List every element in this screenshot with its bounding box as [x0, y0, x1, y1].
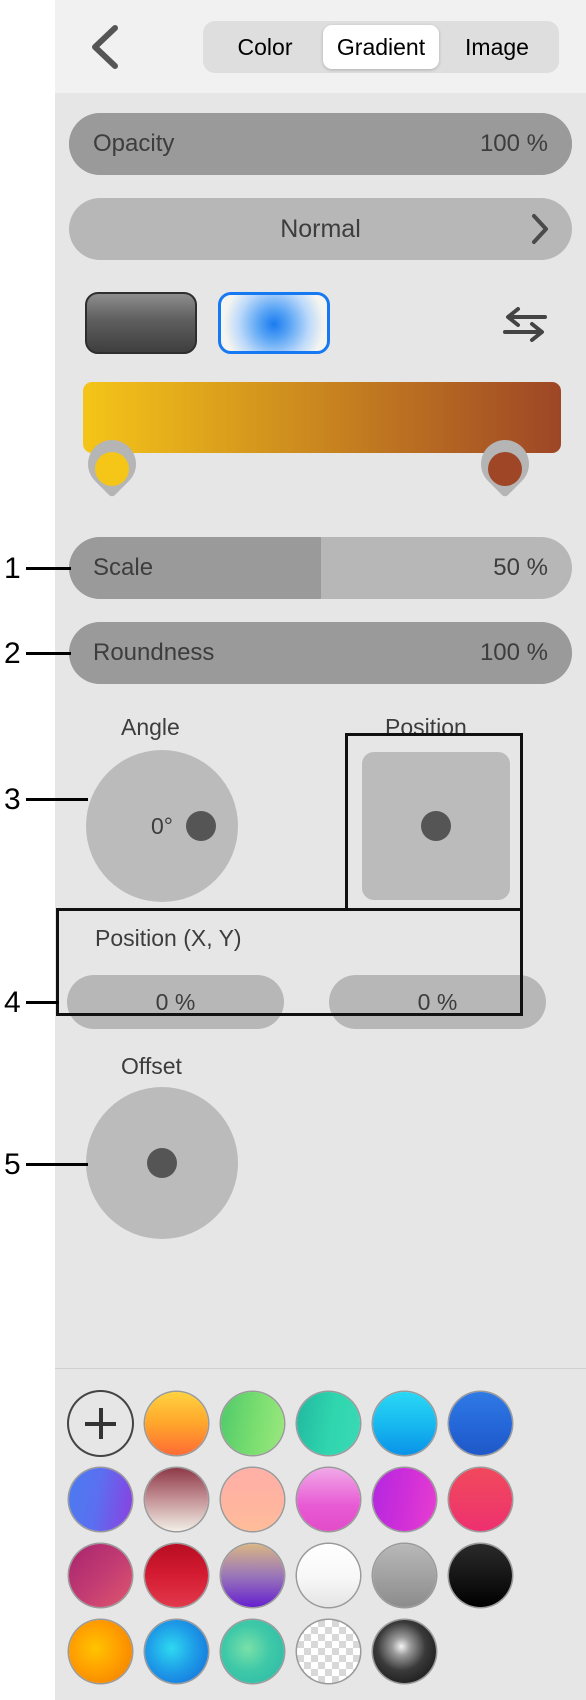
callout-3-number: 3: [4, 783, 21, 816]
angle-knob[interactable]: [186, 811, 216, 841]
swatch-red-pink[interactable]: [449, 1468, 512, 1531]
swatch-pink-magenta[interactable]: [297, 1468, 360, 1531]
angle-dial[interactable]: 0°: [86, 750, 238, 902]
swatch-radial-teal[interactable]: [221, 1620, 284, 1683]
roundness-label: Roundness: [93, 639, 215, 666]
swap-arrows-icon[interactable]: [500, 304, 550, 344]
callout-5-number: 5: [4, 1148, 21, 1181]
tab-color[interactable]: Color: [207, 25, 323, 69]
callout-1-line: [26, 567, 71, 570]
position-knob[interactable]: [421, 811, 451, 841]
callout-2-line: [26, 652, 71, 655]
swatch-crimson[interactable]: [145, 1544, 208, 1607]
position-pad[interactable]: [362, 752, 510, 900]
stop-color-dot: [95, 452, 129, 486]
gradient-type-row: [69, 292, 572, 358]
position-xy-label: Position (X, Y): [95, 925, 242, 951]
gradient-settings-panel: Color Gradient Image Opacity 100 % Norma…: [55, 0, 586, 1700]
scale-slider[interactable]: Scale 50 %: [69, 537, 572, 599]
blend-mode-value: Normal: [280, 214, 361, 243]
tab-gradient[interactable]: Gradient: [323, 25, 439, 69]
position-label: Position: [385, 714, 467, 740]
callout-1-number: 1: [4, 552, 21, 585]
angle-label: Angle: [121, 714, 180, 740]
swatch-maroon-white[interactable]: [145, 1468, 208, 1531]
swatch-white[interactable]: [297, 1544, 360, 1607]
palette-row: [69, 1544, 572, 1607]
position-x-field[interactable]: 0 %: [67, 975, 284, 1029]
swatch-cyan[interactable]: [373, 1392, 436, 1455]
swatch-black[interactable]: [449, 1544, 512, 1607]
roundness-value: 100 %: [479, 639, 548, 666]
color-palette: [69, 1392, 572, 1696]
offset-label: Offset: [121, 1053, 182, 1079]
position-y-field[interactable]: 0 %: [329, 975, 546, 1029]
blend-mode-select[interactable]: Normal: [69, 198, 572, 260]
callout-4-line: [26, 1001, 59, 1004]
opacity-slider[interactable]: Opacity 100 %: [69, 113, 572, 175]
swatch-magenta-rose[interactable]: [69, 1544, 132, 1607]
callout-5-line: [26, 1163, 88, 1166]
back-button[interactable]: [77, 19, 133, 75]
swatch-purple-magenta[interactable]: [373, 1468, 436, 1531]
swatch-orange-yellow[interactable]: [145, 1392, 208, 1455]
swatch-green[interactable]: [221, 1392, 284, 1455]
chevron-left-icon: [88, 23, 122, 71]
swatch-blue-purple[interactable]: [69, 1468, 132, 1531]
swatch-gray[interactable]: [373, 1544, 436, 1607]
tab-image[interactable]: Image: [439, 25, 555, 69]
scale-value: 50 %: [493, 554, 548, 581]
swatch-blue[interactable]: [449, 1392, 512, 1455]
palette-row: [69, 1468, 572, 1531]
palette-divider: [55, 1368, 586, 1369]
swatch-radial-black-white[interactable]: [373, 1620, 436, 1683]
linear-gradient-swatch[interactable]: [85, 292, 197, 354]
offset-dial[interactable]: [86, 1087, 238, 1239]
swatch-radial-orange[interactable]: [69, 1620, 132, 1683]
scale-label: Scale: [93, 554, 154, 581]
swatch-radial-blue[interactable]: [145, 1620, 208, 1683]
palette-row: [69, 1392, 572, 1455]
callout-4-number: 4: [4, 986, 21, 1019]
swatch-teal[interactable]: [297, 1392, 360, 1455]
swatch-tan-purple[interactable]: [221, 1544, 284, 1607]
add-swatch[interactable]: [69, 1392, 132, 1455]
offset-knob[interactable]: [147, 1148, 177, 1178]
swatch-peach[interactable]: [221, 1468, 284, 1531]
gradient-stop-end[interactable]: [471, 430, 539, 498]
stop-color-dot: [488, 452, 522, 486]
swatch-transparent-checker[interactable]: [297, 1620, 360, 1683]
opacity-label: Opacity: [93, 130, 175, 157]
chevron-right-icon: [530, 198, 550, 260]
callout-2-number: 2: [4, 637, 21, 670]
callout-3-line: [26, 798, 88, 801]
screenshot-root: Color Gradient Image Opacity 100 % Norma…: [0, 0, 586, 1700]
gradient-stop-start[interactable]: [78, 430, 146, 498]
opacity-value: 100 %: [479, 130, 548, 157]
roundness-slider[interactable]: Roundness 100 %: [69, 622, 572, 684]
radial-gradient-swatch[interactable]: [218, 292, 330, 354]
mode-segmented-control[interactable]: Color Gradient Image: [203, 21, 559, 73]
panel-header: Color Gradient Image: [55, 0, 586, 93]
palette-row: [69, 1620, 572, 1683]
